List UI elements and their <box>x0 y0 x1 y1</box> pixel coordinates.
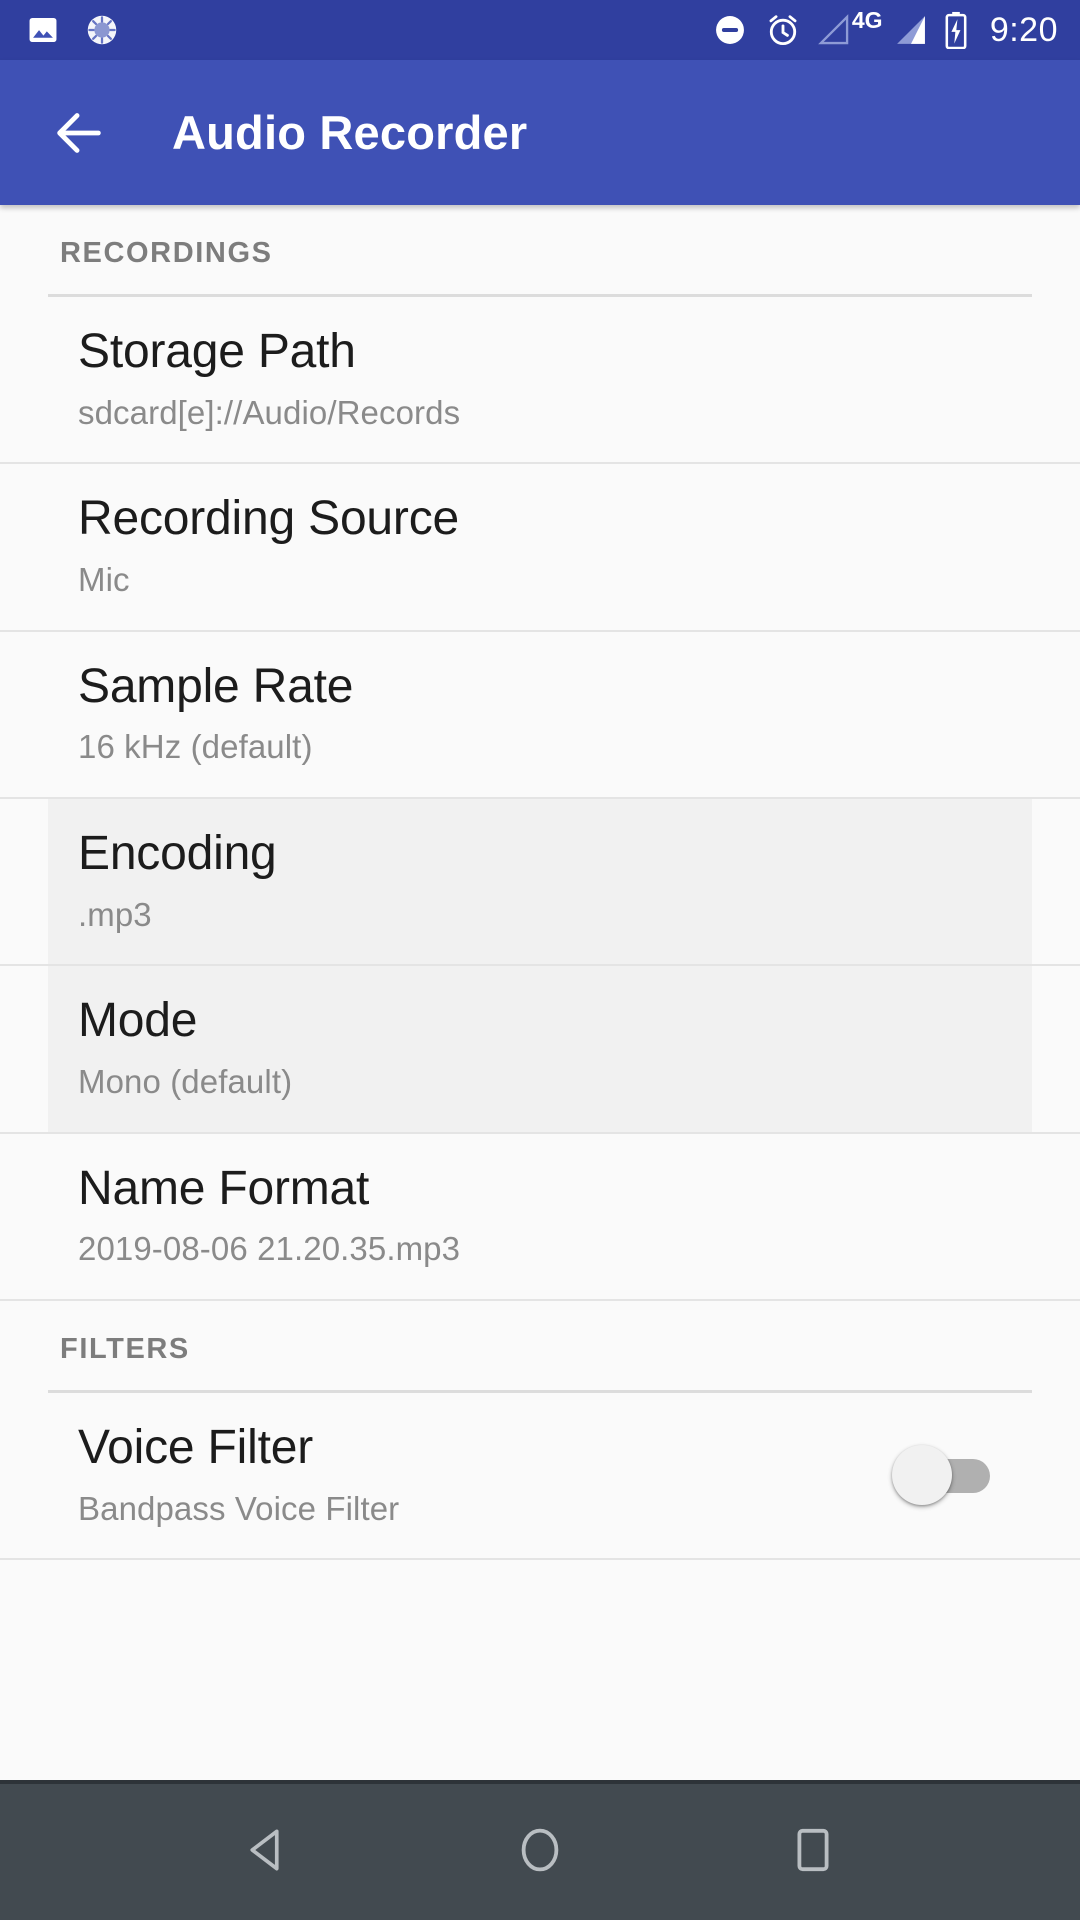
nav-home-button[interactable] <box>485 1797 595 1907</box>
preference-title: Voice Filter <box>78 1421 314 1475</box>
battery-charging-icon <box>944 11 968 49</box>
preference-summary: 16 kHz (default) <box>78 728 313 766</box>
back-button[interactable] <box>48 102 110 164</box>
section-header: RECORDINGS <box>0 205 1080 297</box>
preference-text-group: Storage Path sdcard[e]://Audio/Records <box>78 325 1032 432</box>
preference-text-group: Sample Rate 16 kHz (default) <box>78 660 1032 767</box>
preference-title: Sample Rate <box>78 659 354 713</box>
preference-row[interactable]: Mode Mono (default) <box>0 966 1080 1134</box>
nav-recents-button[interactable] <box>758 1797 868 1907</box>
status-bar: 4G 9:20 <box>0 0 1080 60</box>
preference-row[interactable]: Recording Source Mic <box>0 464 1080 632</box>
preference-title: Mode <box>78 994 198 1048</box>
preference-title: Storage Path <box>78 325 356 378</box>
signal-empty-icon: 4G <box>817 9 883 47</box>
square-icon <box>792 1824 834 1881</box>
preference-row[interactable]: Sample Rate 16 kHz (default) <box>0 632 1080 800</box>
sync-spinner-icon <box>84 12 120 48</box>
preference-title: Encoding <box>78 827 277 881</box>
preference-summary: .mp3 <box>78 895 152 933</box>
settings-list[interactable]: RECORDINGS Storage Path sdcard[e]://Audio/… <box>0 205 1080 1780</box>
preference-row[interactable]: Name Format 2019-08-06 21.20.35.mp3 <box>0 1134 1080 1302</box>
status-bar-clock: 9:20 <box>989 11 1058 49</box>
section-header-label: FILTERS <box>60 1333 190 1366</box>
do-not-disturb-icon <box>712 12 748 48</box>
preference-text-group: Recording Source Mic <box>78 492 1032 599</box>
page-title: Audio Recorder <box>172 106 528 159</box>
nav-back-button[interactable] <box>212 1797 322 1907</box>
preference-row[interactable]: Voice Filter Bandpass Voice Filter <box>0 1393 1080 1561</box>
preference-title: Recording Source <box>78 492 460 546</box>
voice-filter-toggle[interactable] <box>892 1443 994 1507</box>
signal-bars-icon <box>894 13 928 47</box>
app-bar: Audio Recorder <box>0 60 1080 205</box>
photo-icon <box>26 13 60 47</box>
toggle-thumb <box>892 1444 952 1505</box>
preference-summary: Bandpass Voice Filter <box>78 1489 400 1527</box>
preference-text-group: Mode Mono (default) <box>78 994 1032 1101</box>
alarm-clock-icon <box>764 11 802 49</box>
status-bar-left-icons <box>26 12 120 48</box>
preference-summary: sdcard[e]://Audio/Records <box>78 393 461 431</box>
preference-text-group: Voice Filter Bandpass Voice Filter <box>78 1421 892 1528</box>
preference-summary: Mic <box>78 561 130 599</box>
circle-icon <box>517 1824 563 1881</box>
phone-screen: 4G 9:20 Audio Recorder RECORDINGS Storag… <box>0 0 1080 1920</box>
preference-summary: 2019-08-06 21.20.35.mp3 <box>78 1230 461 1268</box>
status-bar-right-icons: 4G 9:20 <box>712 9 1058 49</box>
preference-title: Name Format <box>78 1161 370 1215</box>
network-type-label: 4G <box>851 7 883 33</box>
section-header-label: RECORDINGS <box>60 237 273 269</box>
triangle-left-icon <box>241 1824 293 1881</box>
section-header: FILTERS <box>0 1301 1080 1394</box>
preference-row[interactable]: Storage Path sdcard[e]://Audio/Records <box>0 297 1080 465</box>
preference-text-group: Encoding .mp3 <box>78 827 1032 934</box>
preference-text-group: Name Format 2019-08-06 21.20.35.mp3 <box>78 1162 1032 1269</box>
preference-summary: Mono (default) <box>78 1063 293 1101</box>
preference-row[interactable]: Encoding .mp3 <box>0 799 1080 967</box>
navigation-bar <box>0 1780 1080 1920</box>
